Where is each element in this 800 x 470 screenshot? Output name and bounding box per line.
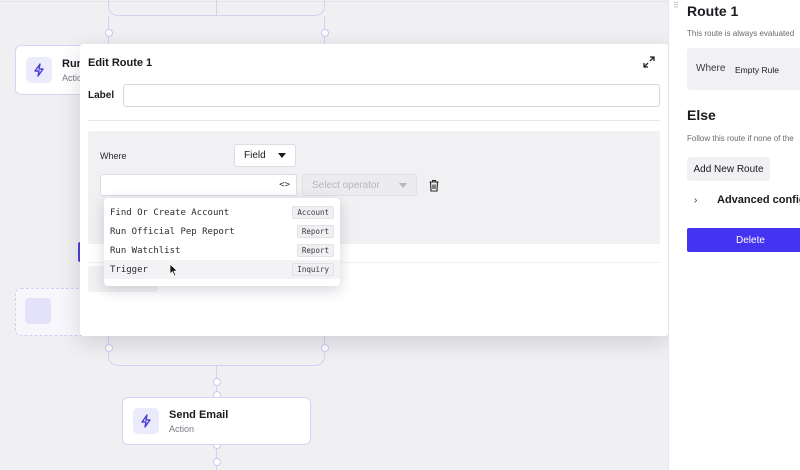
canvas-border [0,1,668,2]
dropdown-option[interactable]: Run Watchlist Report [104,241,340,260]
connector-dot[interactable] [213,458,221,466]
modal-title: Edit Route 1 [88,57,153,69]
connector-dot[interactable] [105,344,113,352]
where-label: Where [100,151,127,161]
field-type-dropdown[interactable]: Field [234,144,296,167]
label-field-label: Label [88,90,115,101]
field-type-value: Field [244,150,266,161]
node-title: Send Email [169,408,229,421]
wire-top-stem [216,0,217,16]
option-name: Run Official Pep Report [110,226,235,237]
advanced-config-toggle[interactable]: Advanced config [717,194,800,206]
add-new-route-button[interactable]: Add New Route [687,157,770,181]
trash-icon[interactable] [428,179,440,192]
bolt-icon [133,408,159,434]
caret-down-icon [399,182,407,188]
else-title: Else [687,107,716,123]
cursor-icon [169,263,179,277]
connector-dot[interactable] [105,29,113,37]
panel-subtitle: This route is always evaluated [687,29,795,38]
send-email-node[interactable]: Send Email Action [122,397,311,445]
code-icon[interactable]: <> [279,180,290,190]
where-label: Where [696,63,726,74]
else-subtitle: Follow this route if none of the [687,134,794,143]
operator-select[interactable]: Select operator [302,174,417,196]
option-tag: Report [296,244,334,257]
option-name: Run Watchlist [110,245,181,256]
option-tag: Report [296,225,334,238]
label-input[interactable] [123,84,660,107]
panel-title: Route 1 [687,3,739,19]
connector-dot[interactable] [213,378,221,386]
rule-text: Empty Rule [735,65,779,75]
caret-down-icon [278,153,286,158]
option-name: Find Or Create Account [110,207,230,218]
route-rule-summary[interactable]: Where Empty Rule [687,48,800,90]
connector-dot[interactable] [321,344,329,352]
edit-route-modal: Edit Route 1 Label Where Field <> Select… [80,44,668,336]
drag-handle-icon[interactable]: ⠿ [673,2,679,10]
field-path-input[interactable]: <> [100,174,297,196]
operator-placeholder: Select operator [312,179,380,191]
divider [88,120,660,121]
placeholder-icon [25,298,51,324]
connector-dot[interactable] [321,29,329,37]
wire-bottom-merge [108,336,325,366]
bolt-icon [26,57,52,83]
chevron-right-icon[interactable]: › [694,195,697,206]
dropdown-option[interactable]: Find Or Create Account Account [104,203,340,222]
expand-icon[interactable] [642,55,656,69]
option-name: Trigger [110,264,148,275]
route-details-panel: ⠿ Route 1 This route is always evaluated… [668,0,800,470]
option-tag: Inquiry [292,263,334,276]
delete-button[interactable]: Delete [687,228,800,252]
dropdown-option[interactable]: Run Official Pep Report Report [104,222,340,241]
node-subtitle: Action [169,423,195,434]
option-tag: Account [292,206,334,219]
dropdown-option[interactable]: Trigger Inquiry [104,260,340,279]
field-suggestion-dropdown: Find Or Create Account Account Run Offic… [104,198,340,286]
